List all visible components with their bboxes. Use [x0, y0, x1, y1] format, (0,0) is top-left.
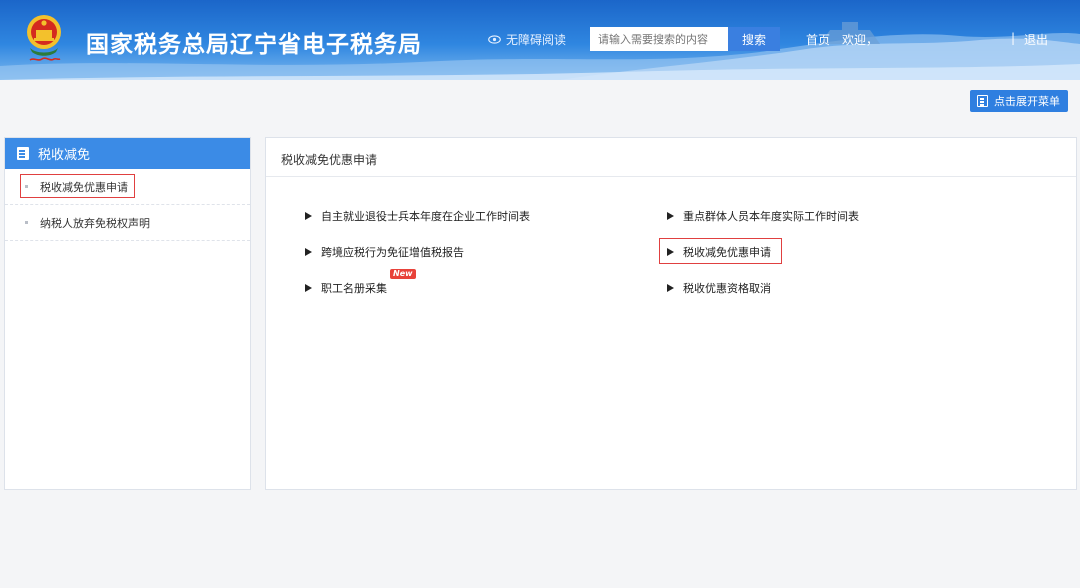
main-panel: 税收减免优惠申请 [265, 137, 1077, 490]
search-input[interactable] [590, 27, 728, 51]
triangle-right-icon [305, 248, 312, 256]
sidebar-header[interactable]: 税收减免 [5, 138, 250, 169]
link-label: 职工名册采集 [321, 282, 387, 295]
page-title: 税收减免优惠申请 [266, 143, 1076, 177]
expand-menu-label: 点击展开菜单 [994, 95, 1060, 108]
accessibility-label: 无障碍阅读 [506, 33, 567, 47]
menu-list-icon [977, 95, 988, 107]
triangle-right-icon [667, 284, 674, 292]
link-cancel-preferential-qualification[interactable]: 税收优惠资格取消 [667, 280, 771, 296]
expand-menu-button[interactable]: 点击展开菜单 [970, 90, 1068, 112]
link-cross-border-vat-exemption-report[interactable]: 跨境应税行为免征增值税报告 [305, 244, 464, 260]
site-title: 国家税务总局辽宁省电子税务局 [86, 32, 422, 58]
triangle-right-icon [667, 212, 674, 220]
home-link[interactable]: 首页 [806, 31, 830, 48]
header-separator: | [1011, 31, 1016, 45]
highlight-frame [20, 174, 135, 198]
link-employee-roster-collection[interactable]: 职工名册采集 [305, 280, 387, 296]
eye-icon [488, 35, 501, 44]
document-icon [17, 147, 29, 160]
triangle-right-icon [305, 284, 312, 292]
link-label: 税收优惠资格取消 [683, 282, 771, 295]
link-key-group-work-time-table[interactable]: 重点群体人员本年度实际工作时间表 [667, 208, 859, 224]
highlight-frame [659, 238, 782, 264]
accessibility-link[interactable]: 无障碍阅读 [488, 31, 566, 48]
link-label: 重点群体人员本年度实际工作时间表 [683, 210, 859, 223]
search-button[interactable]: 搜索 [728, 27, 780, 51]
logout-link[interactable]: 退出 [1024, 31, 1048, 48]
national-emblem-icon[interactable] [22, 10, 66, 68]
triangle-right-icon [305, 212, 312, 220]
link-veteran-work-time-table[interactable]: 自主就业退役士兵本年度在企业工作时间表 [305, 208, 530, 224]
sidebar-title: 税收减免 [38, 148, 91, 163]
bullet-icon [25, 221, 28, 224]
welcome-text: 欢迎， [842, 33, 879, 47]
new-badge: New [390, 269, 416, 279]
link-label: 自主就业退役士兵本年度在企业工作时间表 [321, 210, 530, 223]
site-header: 国家税务总局辽宁省电子税务局 无障碍阅读 搜索 首页 欢迎， | 退出 [0, 0, 1080, 80]
link-label: 跨境应税行为免征增值税报告 [321, 246, 464, 259]
sidebar-item-waive-exemption-statement[interactable]: 纳税人放弃免税权声明 [5, 205, 250, 241]
sidebar-item-label: 纳税人放弃免税权声明 [40, 216, 150, 230]
